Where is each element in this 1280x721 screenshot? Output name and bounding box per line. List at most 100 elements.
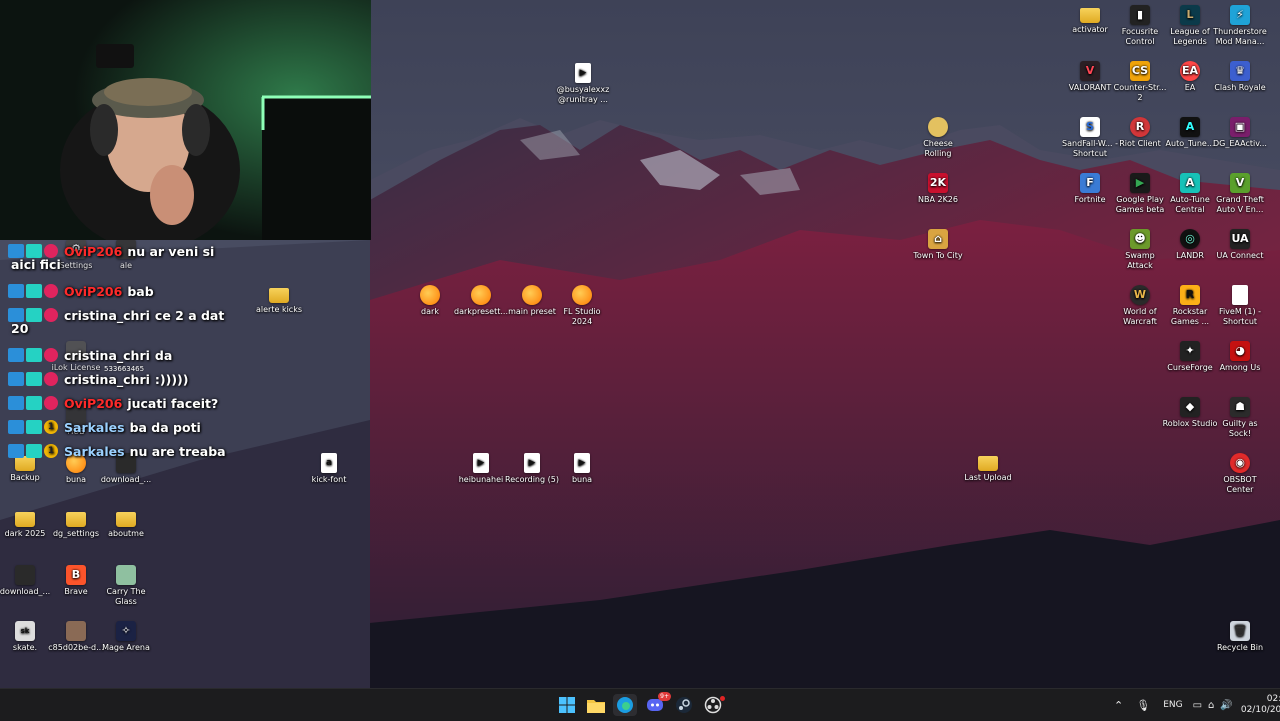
icon-label: buna [571, 475, 593, 484]
icon-label: Guilty as Sock! [1222, 419, 1258, 438]
carry-the-glass-icon[interactable]: Carry The Glass [98, 565, 154, 607]
clock[interactable]: 02:52 02/10/2025 [1241, 694, 1280, 716]
show-hidden-icons-chevron-icon[interactable]: ⌃ [1114, 699, 1123, 712]
valorant-icon[interactable]: V VALORANT [1062, 61, 1118, 93]
chat-message: cristina_chri ce 2 a dat [8, 303, 308, 327]
landr-icon[interactable]: ◎ LANDR [1162, 229, 1218, 261]
badge-icon [26, 396, 42, 410]
main-preset-icon[interactable]: main preset [504, 285, 560, 317]
skate-icon[interactable]: sk skate. [0, 621, 53, 653]
cheese-rolling-icon[interactable]: Cheese Rolling [910, 117, 966, 159]
chat-badges [8, 348, 58, 362]
chat-message: cristina_chri da [8, 343, 308, 367]
curseforge-icon[interactable]: ✦ CurseForge [1162, 341, 1218, 373]
image-file-icon [66, 621, 86, 641]
dark-preset-icon[interactable]: dark [402, 285, 458, 317]
kick-font-icon[interactable]: a kick-font [301, 453, 357, 485]
language-indicator[interactable]: ENG [1163, 700, 1182, 710]
chat-message: cristina_chri :))))) [8, 367, 308, 391]
mage-arena-icon[interactable]: ✧ Mage Arena [98, 621, 154, 653]
fivem-shortcut-icon[interactable]: FiveM (1) - Shortcut [1212, 285, 1268, 327]
rockstar-games-icon[interactable]: R Rockstar Games ... [1162, 285, 1218, 327]
icon-label: Town To City [913, 251, 963, 260]
nba-2k26-icon[interactable]: 2K NBA 2K26 [910, 173, 966, 205]
dark-2025-folder-icon[interactable]: dark 2025 [0, 509, 53, 539]
video-file-icon: ▶ [575, 63, 591, 83]
obsbot-center-icon[interactable]: ◉ OBSBOT Center [1212, 453, 1268, 495]
chat-username: Sarkales [64, 443, 125, 459]
counter-strike-icon[interactable]: CS Counter-Str... 2 [1112, 61, 1168, 103]
icon-label: NBA 2K26 [917, 195, 958, 204]
badge-icon [8, 308, 24, 322]
heibunahei-file-icon[interactable]: ▶ heibunahei [453, 453, 509, 485]
town-to-city-icon[interactable]: ⌂ Town To City [910, 229, 966, 261]
taskbar-obs-button[interactable] [701, 694, 725, 716]
buna-file-icon[interactable]: ▶ buna [554, 453, 610, 485]
microphone-icon[interactable]: 🎙 [1136, 699, 1150, 712]
download-image-icon[interactable]: download_... [0, 565, 53, 597]
stream-chat-overlay: OviP206 nu ar veni si aici fici OviP206 … [8, 239, 308, 463]
riot-client-icon[interactable]: R Riot Client [1112, 117, 1168, 149]
roblox-studio-icon[interactable]: ◆ Roblox Studio [1162, 397, 1218, 429]
network-icon[interactable]: ⌂ [1208, 700, 1214, 711]
guilty-app-icon: ☗ [1230, 397, 1250, 417]
auto-tune-central-icon[interactable]: A Auto-Tune Central [1162, 173, 1218, 215]
thunderstore-icon[interactable]: ⚡ Thunderstore Mod Mana... [1212, 5, 1268, 47]
last-upload-folder-icon[interactable]: Last Upload [960, 453, 1016, 483]
notification-icon[interactable]: ▭ [1193, 700, 1202, 711]
town-to-city-app-icon: ⌂ [928, 229, 948, 249]
chat-text: ba da poti [129, 419, 201, 435]
auto-tune-icon[interactable]: A Auto_Tune... [1162, 117, 1218, 149]
volume-icon[interactable]: 🔊 [1220, 700, 1232, 711]
league-of-legends-icon[interactable]: L League of Legends [1162, 5, 1218, 47]
icon-label: download_... [100, 475, 152, 484]
icon-label: @busyalexxz @runitray ... [556, 85, 610, 104]
clash-royale-icon[interactable]: ♛ Clash Royale [1212, 61, 1268, 93]
ea-icon[interactable]: EA EA [1162, 61, 1218, 93]
badge-icon [26, 372, 42, 386]
guilty-as-sock-icon[interactable]: ☗ Guilty as Sock! [1212, 397, 1268, 439]
recycle-bin-icon[interactable]: 🗑 Recycle Bin [1212, 621, 1268, 653]
swamp-attack-icon[interactable]: ☻ Swamp Attack [1112, 229, 1168, 271]
video-file-icon: ▶ [574, 453, 590, 473]
chat-text: bab [127, 283, 154, 299]
icon-label: download_... [0, 587, 51, 596]
sandfall-app-icon: S [1080, 117, 1100, 137]
focusrite-control-icon[interactable]: ▮ Focusrite Control [1112, 5, 1168, 47]
c85-image-icon[interactable]: c85d02be-d... [48, 621, 104, 653]
icon-label: Recycle Bin [1216, 643, 1264, 652]
fl-studio-app-icon [572, 285, 592, 305]
busyalexxz-file-icon[interactable]: ▶ @busyalexxz @runitray ... [554, 63, 612, 105]
google-play-games-icon[interactable]: ▶ Google Play Games beta [1112, 173, 1168, 215]
dg-eaactiv-icon[interactable]: ▣ DG_EAActiv... [1212, 117, 1268, 149]
icon-label: Swamp Attack [1125, 251, 1155, 270]
obsbot-app-icon: ◉ [1230, 453, 1250, 473]
icon-label: Thunderstore Mod Mana... [1213, 27, 1267, 46]
activator-folder-icon[interactable]: activator [1062, 5, 1118, 35]
world-of-warcraft-icon[interactable]: W World of Warcraft [1112, 285, 1168, 327]
chat-text: nu are treaba [129, 443, 226, 459]
aboutme-folder-icon[interactable]: aboutme [98, 509, 154, 539]
among-us-icon[interactable]: ◕ Among Us [1212, 341, 1268, 373]
start-button[interactable] [555, 694, 579, 716]
taskbar-file-explorer-button[interactable] [584, 694, 608, 716]
ua-connect-icon[interactable]: UA UA Connect [1212, 229, 1268, 261]
dg-settings-folder-icon[interactable]: dg_settings [48, 509, 104, 539]
icon-label: Last Upload [964, 473, 1012, 482]
gta-v-icon[interactable]: V Grand Theft Auto V En... [1212, 173, 1268, 215]
taskbar-discord-button[interactable]: 9+ [643, 692, 671, 716]
ea-app-icon: EA [1180, 61, 1200, 81]
sandfall-shortcut-icon[interactable]: S SandFall-W... - Shortcut [1062, 117, 1118, 159]
recording-file-icon[interactable]: ▶ Recording (5) [504, 453, 560, 485]
fl-studio-icon[interactable]: FL Studio 2024 [554, 285, 610, 327]
brave-icon[interactable]: B Brave [48, 565, 104, 597]
chat-username: Sarkales [64, 419, 125, 435]
icon-label: Clash Royale [1214, 83, 1266, 92]
fortnite-icon[interactable]: F Fortnite [1062, 173, 1118, 205]
clash-royale-app-icon: ♛ [1230, 61, 1250, 81]
taskbar-steam-button[interactable] [672, 694, 696, 716]
cheese-app-icon [928, 117, 948, 137]
taskbar-edge-button[interactable] [613, 694, 637, 716]
video-file-icon: ▶ [524, 453, 540, 473]
darkpreset-icon[interactable]: darkpresett... [453, 285, 509, 317]
